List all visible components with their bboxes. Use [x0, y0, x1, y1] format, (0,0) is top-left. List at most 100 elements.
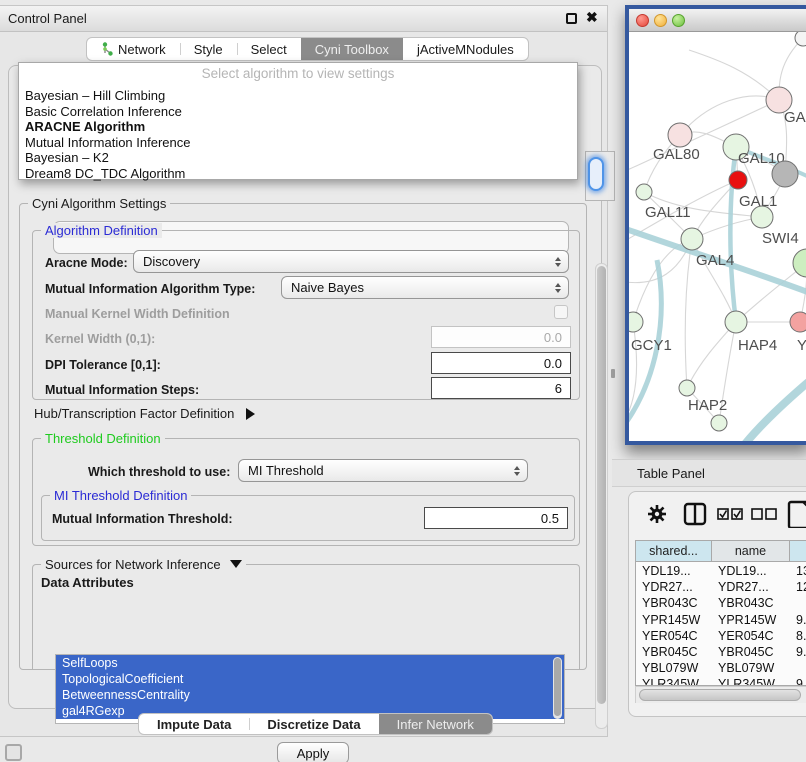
network-node[interactable] [729, 171, 747, 189]
hub-definition-toggle[interactable]: Hub/Transcription Factor Definition [34, 406, 255, 421]
table-cell[interactable]: YBR043C [636, 595, 712, 611]
algorithm-dropdown-list[interactable]: Select algorithm to view settings Bayesi… [18, 62, 578, 180]
table-cell[interactable]: 8. [790, 628, 806, 644]
data-attribute-item[interactable]: TopologicalCoefficient [56, 671, 564, 687]
table-cell[interactable]: YER054C [636, 628, 712, 644]
table-cell[interactable]: 9. [790, 676, 806, 686]
network-node-gal4[interactable] [681, 228, 703, 250]
network-node-gal11[interactable] [636, 184, 652, 200]
sources-title-text: Sources for Network Inference [45, 557, 221, 572]
table-cell[interactable]: 9. [790, 644, 806, 660]
table-cell[interactable]: 12 [790, 579, 806, 595]
collapsed-panel-button[interactable] [5, 744, 22, 761]
table-cell[interactable] [790, 660, 806, 676]
algorithm-option[interactable]: Bayesian – Hill Climbing [19, 88, 577, 104]
bottom-tab-impute-data[interactable]: Impute Data [139, 714, 249, 734]
table-cell[interactable]: 9. [790, 612, 806, 628]
algorithm-option[interactable]: Mutual Information Inference [19, 135, 577, 151]
manual-kernel-checkbox[interactable] [554, 305, 568, 319]
close-traffic-light-icon[interactable] [636, 14, 649, 27]
which-threshold-value: MI Threshold [248, 463, 324, 478]
which-threshold-combo[interactable]: MI Threshold [238, 459, 528, 482]
table-cell[interactable]: YBR043C [712, 595, 790, 611]
tab-cyni-toolbox[interactable]: Cyni Toolbox [301, 38, 403, 60]
attributes-scrollbar-thumb[interactable] [554, 658, 561, 716]
table-cell[interactable]: YBR045C [636, 644, 712, 660]
column-header[interactable] [790, 541, 806, 562]
show-checked-columns-icon[interactable] [717, 508, 743, 521]
table-cell[interactable]: YDL19... [636, 563, 712, 579]
network-node-y[interactable] [790, 312, 806, 332]
tab-select[interactable]: Select [237, 38, 301, 60]
hub-definition-label: Hub/Transcription Factor Definition [34, 406, 234, 421]
settings-scrollbar-thumb[interactable] [597, 266, 606, 704]
table-cell[interactable]: YPR145W [712, 612, 790, 628]
table-cell[interactable]: YLR345W [712, 676, 790, 686]
table-cell[interactable]: YBR045C [712, 644, 790, 660]
table-cell[interactable]: 13 [790, 563, 806, 579]
aracne-mode-combo[interactable]: Discovery [133, 250, 569, 273]
network-node-gal1[interactable] [772, 161, 798, 187]
network-node-hap4[interactable] [725, 311, 747, 333]
table-hscrollbar-thumb[interactable] [639, 689, 801, 701]
hide-columns-icon[interactable] [751, 508, 777, 521]
tab-style[interactable]: Style [180, 38, 237, 60]
table-cell[interactable]: YDR27... [636, 579, 712, 595]
algorithm-dropdown-placeholder: Select algorithm to view settings [19, 66, 577, 81]
float-window-icon[interactable] [566, 13, 577, 24]
sources-title[interactable]: Sources for Network Inference [41, 557, 246, 572]
table-panel-header: Table Panel [612, 459, 806, 487]
apply-button[interactable]: Apply [277, 742, 349, 762]
new-table-icon[interactable] [787, 500, 806, 528]
algorithm-option[interactable]: Basic Correlation Inference [19, 104, 577, 120]
threshold-definition-group: Threshold Definition Which threshold to … [32, 438, 580, 546]
table-cell[interactable] [790, 595, 806, 611]
bottom-tab-infer-network[interactable]: Infer Network [379, 714, 492, 734]
mi-type-combo[interactable]: Naive Bayes [281, 276, 569, 299]
tab-jactivemnodules[interactable]: jActiveMNodules [403, 38, 528, 60]
table-cell[interactable]: YDR27... [712, 579, 790, 595]
zoom-traffic-light-icon[interactable] [672, 14, 685, 27]
network-node[interactable] [795, 32, 806, 46]
network-node[interactable] [751, 206, 773, 228]
bottom-tab-discretize-data[interactable]: Discretize Data [249, 714, 378, 734]
collapsed-arrow-icon [246, 408, 255, 420]
network-node[interactable] [711, 415, 727, 431]
dpi-tolerance-field[interactable]: 0.0 [431, 352, 571, 374]
algorithm-option[interactable]: Bayesian – K2 [19, 150, 577, 166]
node-table[interactable]: shared...nameYDL19...YDL19...13YDR27...Y… [635, 540, 806, 686]
table-cell[interactable]: YDL19... [712, 563, 790, 579]
splitter-grip[interactable] [611, 369, 615, 378]
mi-steps-field[interactable]: 6 [431, 377, 571, 399]
table-cell[interactable]: YPR145W [636, 612, 712, 628]
bottom-tabs: Impute DataDiscretize DataInfer Network [138, 713, 493, 735]
mi-threshold-group: MI Threshold Definition Mutual Informati… [41, 495, 575, 541]
network-node-gal80[interactable] [668, 123, 692, 147]
table-cell[interactable]: YBL079W [712, 660, 790, 676]
data-attribute-item[interactable]: BetweennessCentrality [56, 687, 564, 703]
network-node-gcy1[interactable] [629, 312, 643, 332]
close-icon[interactable]: ✖ [586, 9, 598, 26]
minimize-traffic-light-icon[interactable] [654, 14, 667, 27]
column-header[interactable]: name [712, 541, 790, 562]
settings-scrollbar[interactable] [595, 263, 608, 729]
algorithm-option[interactable]: Dream8 DC_TDC Algorithm [19, 166, 577, 182]
which-threshold-label: Which threshold to use: [88, 465, 230, 479]
table-hscrollbar[interactable] [635, 686, 806, 703]
column-header[interactable]: shared... [636, 541, 712, 562]
table-cell[interactable]: YER054C [712, 628, 790, 644]
algorithm-option[interactable]: ARACNE Algorithm [19, 119, 577, 135]
data-attribute-item[interactable]: SelfLoops [56, 655, 564, 671]
table-cell[interactable]: YLR345W [636, 676, 712, 686]
kernel-width-field[interactable]: 0.0 [431, 326, 571, 348]
network-node-hap2[interactable] [679, 380, 695, 396]
mi-threshold-field[interactable]: 0.5 [424, 507, 568, 529]
network-canvas[interactable]: GALGAL80GAL10GAL1GAL11GAL4SWI4GCY1HAP4YH… [629, 32, 806, 441]
attributes-scrollbar[interactable] [553, 657, 562, 719]
table-cell[interactable]: YBL079W [636, 660, 712, 676]
cyni-algorithm-settings-group: Cyni Algorithm Settings Algorithm Defini… [19, 203, 587, 670]
split-columns-icon[interactable] [683, 502, 707, 526]
tab-network[interactable]: Network [87, 38, 180, 60]
focused-spinner-button[interactable] [588, 157, 604, 191]
gear-icon[interactable] [647, 504, 667, 524]
